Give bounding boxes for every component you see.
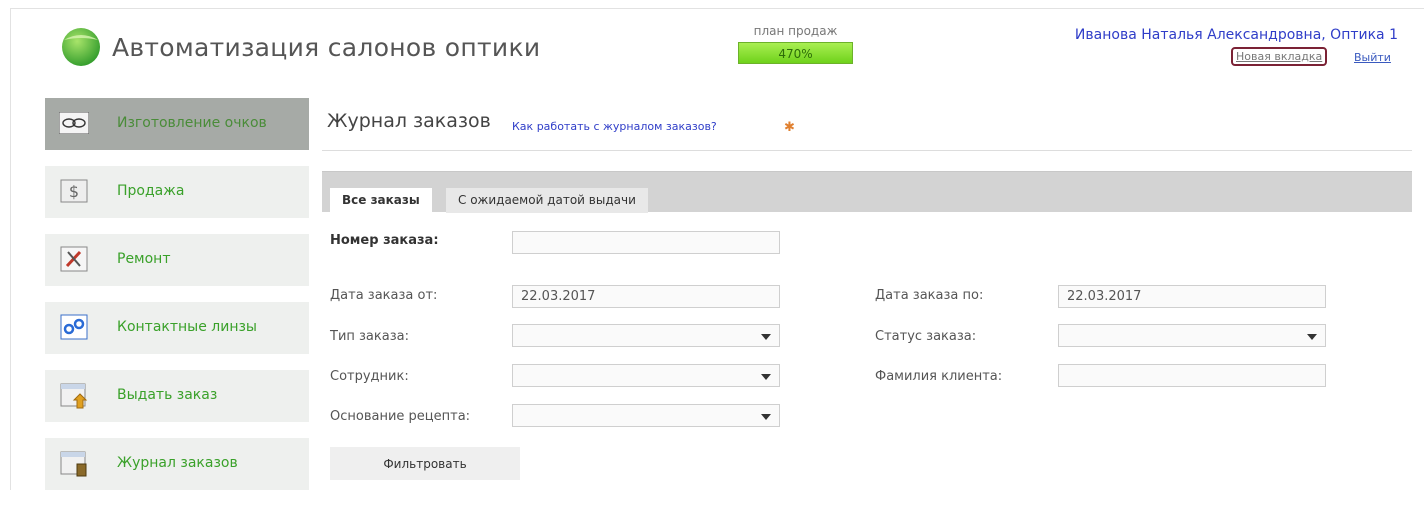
chevron-down-icon [1307, 334, 1317, 340]
sidebar-item-label: Продажа [117, 183, 185, 199]
user-name-link[interactable]: Иванова Наталья Александровна, Оптика 1 [1075, 27, 1398, 43]
tabs-bar: Все заказы С ожидаемой датой выдачи [322, 171, 1412, 213]
client-surname-input[interactable] [1058, 364, 1326, 387]
sidebar-item-order-journal[interactable]: Журнал заказов [45, 438, 309, 490]
prescription-basis-select[interactable] [512, 404, 780, 427]
glasses-icon [59, 108, 89, 138]
app-title: Автоматизация салонов оптики [112, 33, 541, 62]
logo-icon [62, 28, 100, 66]
logout-link[interactable]: Выйти [1354, 51, 1391, 64]
sales-plan: план продаж 470% [738, 24, 853, 64]
sidebar-item-issue-order[interactable]: Выдать заказ [45, 370, 309, 422]
help-gear-icon[interactable]: ✱ [784, 120, 795, 135]
help-link[interactable]: Как работать с журналом заказов? [512, 120, 717, 133]
sidebar-item-sale[interactable]: $ Продажа [45, 166, 309, 218]
order-number-label: Номер заказа: [330, 233, 439, 248]
dollar-icon: $ [59, 176, 89, 206]
issue-order-icon [59, 380, 89, 410]
divider [322, 150, 1412, 151]
employee-label: Сотрудник: [330, 369, 409, 384]
sales-plan-bar: 470% [738, 42, 853, 64]
sidebar-item-label: Журнал заказов [117, 455, 238, 471]
chevron-down-icon [761, 334, 771, 340]
order-number-input[interactable] [512, 231, 780, 254]
sidebar-item-glasses-making[interactable]: Изготовление очков [45, 98, 309, 150]
prescription-basis-label: Основание рецепта: [330, 409, 471, 424]
svg-text:$: $ [69, 182, 79, 201]
date-to-label: Дата заказа по: [875, 288, 984, 303]
tools-icon [59, 244, 89, 274]
chevron-down-icon [761, 414, 771, 420]
sidebar: Изготовление очков $ Продажа Ремонт Конт… [45, 98, 309, 506]
order-status-label: Статус заказа: [875, 329, 977, 344]
new-tab-link[interactable]: Новая вкладка [1231, 47, 1328, 66]
filter-button[interactable]: Фильтровать [330, 447, 520, 480]
sidebar-item-repair[interactable]: Ремонт [45, 234, 309, 286]
client-surname-label: Фамилия клиента: [875, 369, 1003, 384]
sidebar-item-label: Выдать заказ [117, 387, 218, 403]
contact-lens-icon [59, 312, 89, 342]
order-journal-icon [59, 448, 89, 478]
sidebar-item-label: Контактные линзы [117, 319, 257, 335]
order-type-label: Тип заказа: [330, 329, 409, 344]
date-to-input[interactable] [1058, 285, 1326, 308]
sidebar-item-label: Ремонт [117, 251, 171, 267]
sidebar-item-label: Изготовление очков [117, 115, 267, 131]
tab-expected-date[interactable]: С ожидаемой датой выдачи [446, 188, 648, 213]
tab-all-orders[interactable]: Все заказы [330, 188, 432, 213]
sidebar-item-contact-lenses[interactable]: Контактные линзы [45, 302, 309, 354]
page-title: Журнал заказов [327, 110, 491, 132]
date-from-input[interactable] [512, 285, 780, 308]
sales-plan-label: план продаж [753, 24, 838, 38]
order-status-select[interactable] [1058, 324, 1326, 347]
employee-select[interactable] [512, 364, 780, 387]
date-from-label: Дата заказа от: [330, 288, 438, 303]
chevron-down-icon [761, 374, 771, 380]
order-type-select[interactable] [512, 324, 780, 347]
